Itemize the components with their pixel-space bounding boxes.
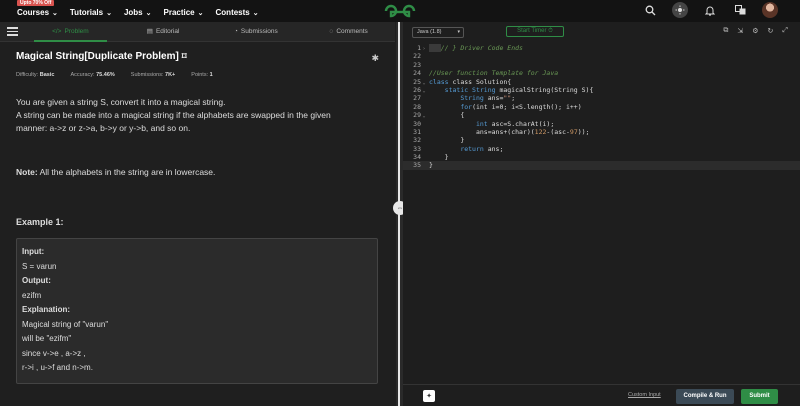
- example-box: Input: S = varun Output: ezifm Explanati…: [16, 238, 378, 384]
- compile-run-button[interactable]: Compile & Run: [676, 389, 734, 404]
- history-icon: ◔: [233, 27, 238, 35]
- problem-meta: Difficulty: Basic Accuracy: 75.46% Submi…: [16, 72, 213, 78]
- code-line: 24//User function Template for Java: [413, 69, 559, 78]
- report-bug-icon[interactable]: ✱: [371, 53, 379, 64]
- hamburger-menu-icon[interactable]: [0, 27, 24, 36]
- bookmark-icon[interactable]: ⌑: [182, 51, 187, 62]
- language-select[interactable]: Java (1.8) ▾: [412, 26, 464, 38]
- tab-comments[interactable]: ◌ Comments: [302, 22, 395, 42]
- lightbulb-icon[interactable]: ✦: [423, 390, 435, 402]
- nav-practice[interactable]: Practice ⌄: [164, 8, 204, 17]
- theme-icon[interactable]: [672, 2, 688, 18]
- example-heading: Example 1:: [16, 217, 64, 227]
- custom-input-link[interactable]: Custom Input: [628, 392, 661, 398]
- code-line: 33 return ans;: [413, 144, 504, 153]
- reset-icon[interactable]: ↻: [768, 27, 774, 35]
- problem-statement: Magical String[Duplicate Problem] ⌑ ✱ Di…: [0, 43, 395, 406]
- code-line: 26⌄ static String magicalString(String S…: [413, 85, 594, 94]
- chevron-down-icon: ⌄: [252, 9, 259, 17]
- notification-bell-icon[interactable]: [702, 2, 718, 18]
- editor-bottom-bar: ✦ Custom Input Compile & Run Submit: [403, 384, 800, 406]
- gfg-logo-icon[interactable]: [383, 3, 417, 19]
- editor-toolbar: Java (1.8) ▾ Start Timer ⏱ ⧉ ⇲ ⚙ ↻ ⤢: [403, 22, 800, 42]
- tab-editorial[interactable]: ▤ Editorial: [117, 22, 210, 42]
- code-line: 30 int asc=S.charAt(i);: [413, 119, 555, 128]
- submit-button[interactable]: Submit: [741, 389, 778, 404]
- chevron-down-icon: ⌄: [52, 9, 58, 17]
- chevron-down-icon: ⌄: [145, 9, 152, 17]
- chevron-down-icon: ⌄: [106, 9, 112, 17]
- code-line: 23: [413, 60, 421, 69]
- timer-icon: ⏱: [548, 28, 553, 34]
- nav-tutorials[interactable]: Tutorials ⌄: [70, 8, 112, 17]
- code-line: 25⌄ class class Solution{: [413, 77, 512, 86]
- code-line: 22: [413, 52, 421, 61]
- tab-submissions[interactable]: ◔ Submissions: [210, 22, 303, 42]
- settings-icon[interactable]: ⚙: [752, 27, 758, 35]
- translate-icon[interactable]: [732, 2, 748, 18]
- problem-tabs: </> Problem ▤ Editorial ◔ Submissions ◌ Comm…: [0, 22, 395, 42]
- code-line: 31 ans=ans+(char)(122-(asc-97));: [413, 127, 590, 136]
- problem-note: Note: All the alphabets in the string ar…: [16, 167, 216, 177]
- top-navigation: Upto 70% Off Courses ⌄ Tutorials ⌄ Jobs ⌄ P…: [0, 0, 800, 22]
- search-icon[interactable]: [642, 2, 658, 18]
- problem-title: Magical String[Duplicate Problem] ⌑: [16, 51, 187, 62]
- chevron-down-icon: ⌄: [197, 9, 204, 17]
- copy-icon[interactable]: ⧉: [723, 27, 728, 35]
- code-line: 32 }: [413, 136, 465, 145]
- code-icon: </>: [52, 27, 62, 35]
- code-line: 34 }: [413, 153, 449, 162]
- code-line: 1› // } Driver Code Ends: [417, 44, 523, 52]
- code-line: 27 String ans="";: [413, 94, 516, 103]
- nav-contests[interactable]: Contests ⌄: [216, 8, 259, 17]
- code-line: 28 for(int i=0; i<S.length(); i++): [413, 102, 582, 111]
- avatar[interactable]: [762, 2, 778, 18]
- nav-jobs[interactable]: Jobs ⌄: [124, 8, 152, 17]
- code-line-active: 35}: [403, 161, 800, 170]
- comment-icon: ◌: [329, 27, 334, 35]
- promo-badge: Upto 70% Off: [17, 0, 55, 6]
- chevron-down-icon: ▾: [457, 28, 460, 35]
- export-icon[interactable]: ⇲: [737, 27, 743, 35]
- start-timer-button[interactable]: Start Timer ⏱: [506, 26, 564, 37]
- code-line: 29⌄ {: [413, 111, 465, 120]
- document-icon: ▤: [146, 27, 153, 35]
- problem-description: You are given a string S, convert it int…: [16, 97, 331, 133]
- fullscreen-icon[interactable]: ⤢: [782, 27, 788, 35]
- tab-problem[interactable]: </> Problem: [24, 22, 117, 42]
- nav-courses[interactable]: Courses ⌄: [17, 8, 58, 17]
- code-editor[interactable]: 1› // } Driver Code Ends 22 23 24//User …: [403, 42, 800, 384]
